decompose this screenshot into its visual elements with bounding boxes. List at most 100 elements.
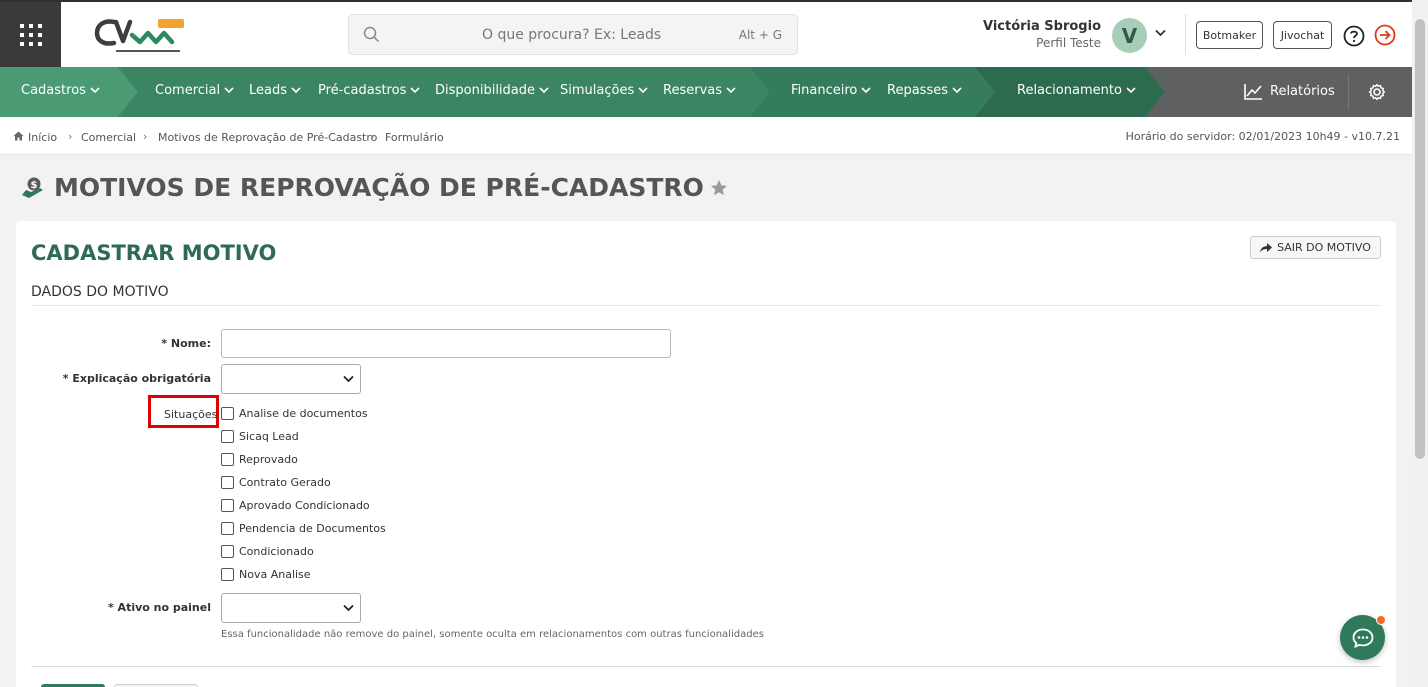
active-select[interactable] <box>221 593 361 623</box>
checkbox[interactable] <box>221 522 234 535</box>
star-icon[interactable] <box>710 179 728 197</box>
checkbox[interactable] <box>221 430 234 443</box>
active-label: * Ativo no painel <box>107 601 211 614</box>
checkbox-label: Sicaq Lead <box>239 430 299 443</box>
breadcrumb-formulario: Formulário <box>385 131 444 144</box>
chevron-down-icon <box>90 87 100 94</box>
checkbox-label: Reprovado <box>239 453 298 466</box>
nav-item-disponibilidade[interactable]: Disponibilidade <box>435 83 549 98</box>
notification-dot <box>1376 615 1386 625</box>
chevron-down-icon <box>952 87 962 94</box>
checkbox[interactable] <box>221 453 234 466</box>
money-hand-icon: $ <box>22 177 43 198</box>
scrollbar-thumb[interactable] <box>1415 19 1425 459</box>
nav-label: Cadastros <box>21 83 86 98</box>
nav-label: Repasses <box>887 83 948 98</box>
nav-item-simulacoes[interactable]: Simulações <box>560 83 648 98</box>
grid-icon <box>19 23 42 46</box>
chat-button[interactable] <box>1340 615 1386 660</box>
section-title: DADOS DO MOTIVO <box>31 284 169 300</box>
jivochat-button[interactable]: Jivochat <box>1273 21 1332 49</box>
header-divider <box>1185 14 1186 55</box>
chevron-right-icon: › <box>143 130 148 143</box>
gear-icon[interactable] <box>1368 83 1386 101</box>
chevron-right-icon: › <box>68 130 73 143</box>
nav-item-reservas[interactable]: Reservas <box>663 83 736 98</box>
help-icon[interactable] <box>1343 25 1365 47</box>
name-input[interactable] <box>221 329 671 358</box>
chevron-down-icon <box>410 87 420 94</box>
apps-menu-button[interactable] <box>0 2 61 67</box>
breadcrumb-comercial[interactable]: Comercial <box>81 131 136 144</box>
situation-checkbox[interactable]: Analise de documentos <box>221 407 368 420</box>
situation-checkbox[interactable]: Aprovado Condicionado <box>221 499 370 512</box>
situation-checkbox[interactable]: Condicionado <box>221 545 314 558</box>
chevron-down-icon <box>224 87 234 94</box>
avatar[interactable]: V <box>1112 18 1147 53</box>
checkbox[interactable] <box>221 476 234 489</box>
chevron-down-icon <box>539 87 549 94</box>
situation-checkbox[interactable]: Reprovado <box>221 453 298 466</box>
user-name: Victória Sbrogio <box>982 19 1101 34</box>
cv-logo[interactable] <box>94 16 186 56</box>
page-title: MOTIVOS DE REPROVAÇÃO DE PRÉ-CADASTRO <box>54 173 704 202</box>
page-header: $ MOTIVOS DE REPROVAÇÃO DE PRÉ-CADASTRO <box>20 173 728 202</box>
name-label: * Nome: <box>161 337 211 350</box>
nav-item-relatorios[interactable]: Relatórios <box>1244 83 1335 100</box>
logout-icon[interactable] <box>1374 24 1396 46</box>
checkbox[interactable] <box>221 499 234 512</box>
nav-label: Leads <box>249 83 288 98</box>
checkbox-label: Contrato Gerado <box>239 476 331 489</box>
top-bar: O que procura? Ex: Leads Alt + G Victóri… <box>0 2 1428 67</box>
checkbox[interactable] <box>221 545 234 558</box>
nav-label: Reservas <box>663 83 722 98</box>
chevron-down-icon <box>861 87 871 94</box>
search-icon <box>363 26 380 43</box>
server-time: Horário do servidor: 02/01/2023 10h49 - … <box>1125 130 1400 143</box>
situation-checkbox[interactable]: Contrato Gerado <box>221 476 331 489</box>
exit-button[interactable]: SAIR DO MOTIVO <box>1250 236 1381 259</box>
situations-label-highlight: Situações <box>148 395 219 428</box>
nav-item-financeiro[interactable]: Financeiro <box>791 83 871 98</box>
checkbox-label: Nova Analise <box>239 568 311 581</box>
chevron-down-icon <box>343 375 354 383</box>
nav-label: Disponibilidade <box>435 83 536 98</box>
situation-checkbox[interactable]: Pendencia de Documentos <box>221 522 386 535</box>
situation-checkbox[interactable]: Sicaq Lead <box>221 430 299 443</box>
chevron-down-icon <box>726 87 736 94</box>
search-shortcut: Alt + G <box>738 28 782 42</box>
checkbox[interactable] <box>221 407 234 420</box>
section-divider <box>31 305 1381 306</box>
situations-label: Situações <box>164 408 218 421</box>
chevron-down-icon <box>638 87 648 94</box>
nav-item-pre-cadastros[interactable]: Pré-cadastros <box>318 83 420 98</box>
nav-item-repasses[interactable]: Repasses <box>887 83 962 98</box>
breadcrumb-home[interactable]: Início <box>28 131 57 144</box>
search-placeholder: O que procura? Ex: Leads <box>482 27 662 43</box>
nav-item-leads[interactable]: Leads <box>249 83 301 98</box>
chevron-down-icon[interactable] <box>1155 29 1166 37</box>
page-scrollbar[interactable] <box>1412 0 1428 687</box>
checkbox-label: Analise de documentos <box>239 407 368 420</box>
chevron-down-icon <box>1126 87 1136 94</box>
situation-checkbox[interactable]: Nova Analise <box>221 568 311 581</box>
svg-text:$: $ <box>31 180 38 191</box>
checkbox[interactable] <box>221 568 234 581</box>
form-title: CADASTRAR MOTIVO <box>31 241 277 265</box>
nav-item-cadastros[interactable]: Cadastros <box>21 83 100 98</box>
botmaker-button[interactable]: Botmaker <box>1196 21 1263 49</box>
user-info[interactable]: Victória Sbrogio Perfil Teste <box>983 19 1101 50</box>
nav-item-comercial[interactable]: Comercial <box>155 83 234 98</box>
nav-divider <box>1348 74 1349 110</box>
checkbox-label: Aprovado Condicionado <box>239 499 370 512</box>
explanation-select[interactable] <box>221 364 361 394</box>
share-arrow-icon <box>1260 242 1273 252</box>
nav-label: Relacionamento <box>1017 83 1122 98</box>
nav-label: Simulações <box>560 83 635 98</box>
nav-item-relacionamento[interactable]: Relacionamento <box>1017 83 1136 98</box>
breadcrumb-motivos[interactable]: Motivos de Reprovação de Pré-Cadastro <box>158 131 377 144</box>
form-footer-divider <box>31 666 1381 667</box>
chevron-right-icon: › <box>370 130 375 143</box>
global-search[interactable]: O que procura? Ex: Leads Alt + G <box>348 14 798 55</box>
nav-label: Financeiro <box>791 83 858 98</box>
